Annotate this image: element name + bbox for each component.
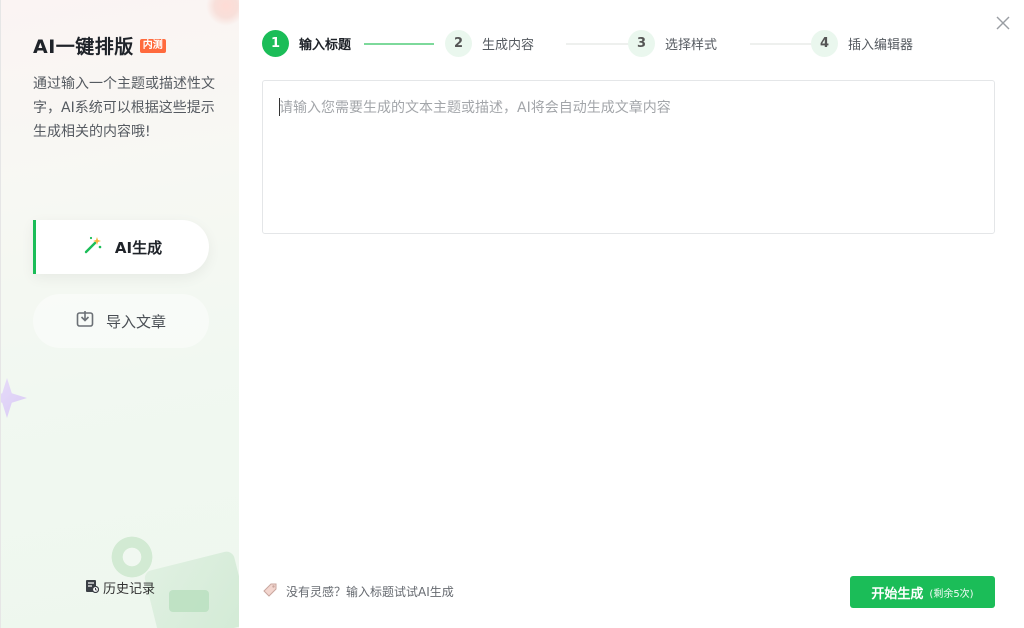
step-1-number: 1: [262, 30, 289, 57]
main-panel: 1 输入标题 2 生成内容 3 选择样式 4 插入编辑器 请输入您需要生成的文本…: [239, 0, 1024, 628]
mode-import-article-button[interactable]: 导入文章: [33, 294, 209, 348]
step-3-label: 选择样式: [665, 38, 718, 53]
brand: AI一键排版 内测: [33, 32, 166, 59]
tag-icon: [262, 582, 278, 601]
ai-layout-dialog: AI一键排版 内测 通过输入一个主题或描述性文字，AI系统可以根据这些提示生成相…: [0, 0, 1024, 628]
remaining-count-label: (剩余5次): [929, 588, 974, 600]
step-2: 2 生成内容: [445, 30, 534, 57]
decorative-star-top: [197, 0, 239, 35]
sidebar: AI一键排版 内测 通过输入一个主题或描述性文字，AI系统可以根据这些提示生成相…: [0, 0, 239, 628]
history-label: 历史记录: [103, 582, 156, 597]
topic-input[interactable]: [263, 81, 994, 233]
close-button[interactable]: [994, 14, 1012, 32]
step-4: 4 插入编辑器: [811, 30, 913, 57]
mode-import-article-label: 导入文章: [105, 312, 166, 331]
mode-ai-generate-label: AI生成: [114, 238, 163, 257]
close-icon: [996, 16, 1010, 30]
step-3-number: 3: [628, 30, 655, 57]
topic-editor: [262, 80, 995, 234]
step-connector-1: [364, 43, 434, 45]
start-generate-button[interactable]: 开始生成 (剩余5次): [850, 576, 995, 608]
beta-badge: 内测: [139, 38, 166, 53]
stepper: 1 输入标题 2 生成内容 3 选择样式 4 插入编辑器: [262, 30, 962, 58]
inspiration-hint: 没有灵感？输入标题试试AI生成: [262, 582, 454, 601]
step-2-label: 生成内容: [482, 38, 535, 53]
decorative-star-left: [1, 378, 27, 418]
history-icon: [85, 579, 100, 597]
sidebar-description: 通过输入一个主题或描述性文字，AI系统可以根据这些提示生成相关的内容哦!: [33, 76, 215, 140]
step-4-number: 4: [811, 30, 838, 57]
step-1: 1 输入标题: [262, 30, 351, 57]
history-link[interactable]: 历史记录: [85, 578, 155, 597]
step-2-number: 2: [445, 30, 472, 57]
decorative-card: [143, 550, 239, 628]
import-icon: [76, 310, 94, 332]
app-title: AI一键排版: [33, 36, 134, 58]
step-1-label: 输入标题: [299, 38, 352, 53]
step-3: 3 选择样式: [628, 30, 717, 57]
text-caret: [279, 98, 280, 116]
start-generate-label: 开始生成: [871, 586, 924, 602]
step-4-label: 插入编辑器: [848, 38, 914, 53]
decorative-card-detail: [169, 590, 209, 612]
inspiration-hint-label: 没有灵感？输入标题试试AI生成: [286, 585, 454, 599]
mode-ai-generate-button[interactable]: AI生成: [33, 220, 209, 274]
magic-wand-icon: [83, 235, 103, 259]
